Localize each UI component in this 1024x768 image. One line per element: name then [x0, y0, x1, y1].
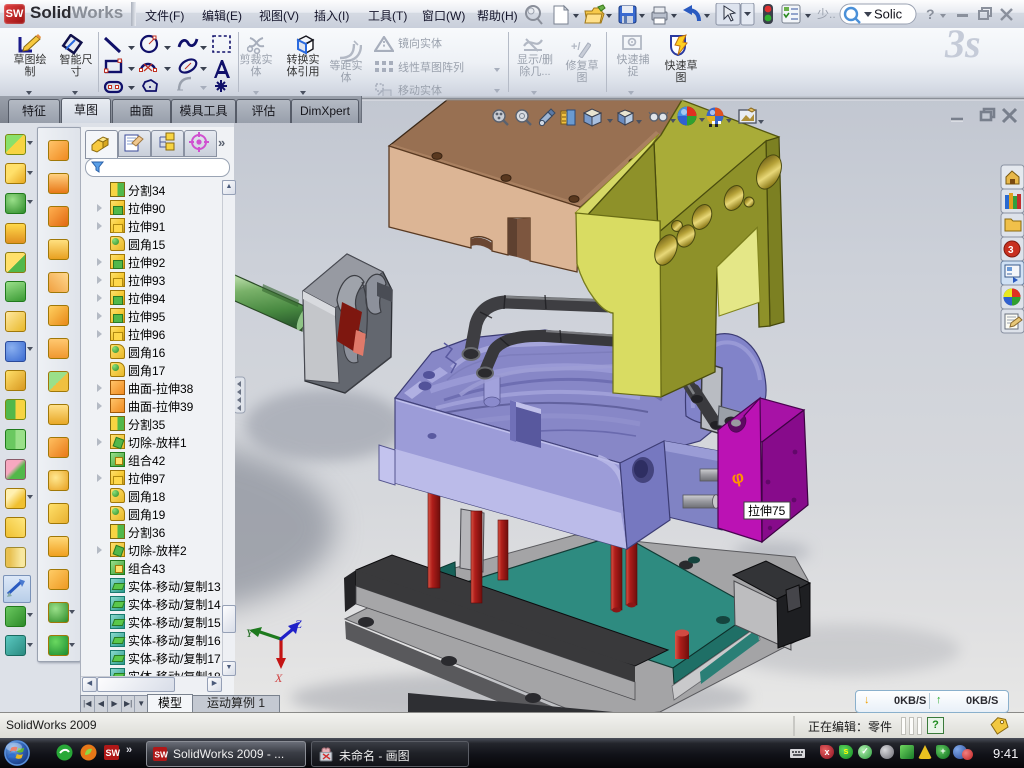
- svg-text:+/: +/: [571, 41, 580, 53]
- svg-text:Solic: Solic: [874, 7, 903, 22]
- svg-text:?: ?: [926, 6, 935, 22]
- svg-text:SW: SW: [106, 748, 121, 758]
- svg-text:3: 3: [1008, 245, 1014, 256]
- svg-text:少..: 少..: [817, 7, 836, 21]
- svg-text:SW: SW: [154, 749, 168, 759]
